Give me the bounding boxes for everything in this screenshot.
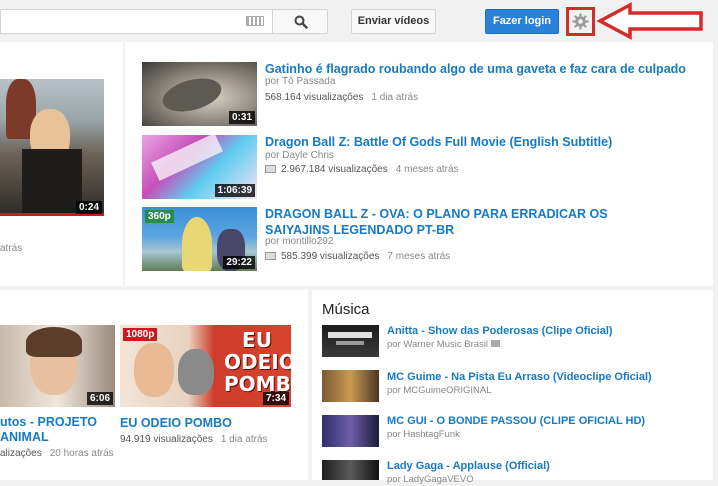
upload-age: 20 horas atrás — [49, 448, 114, 459]
login-button[interactable]: Fazer login — [485, 9, 559, 34]
related-channel-3[interactable]: por montillo292 — [265, 235, 333, 249]
thumbnail-overlay-text: EU ODEIO POMBO — [224, 328, 291, 396]
title-line: utos - PROJETO — [0, 415, 98, 429]
quality-badge: 360p — [145, 210, 174, 223]
music-thumbnail-3[interactable] — [322, 415, 379, 447]
music-heading[interactable]: Música — [322, 301, 370, 318]
music-channel-3[interactable]: por HashtagFunk — [387, 428, 460, 441]
view-count: alizações — [0, 448, 42, 459]
music-thumbnail-4[interactable] — [322, 460, 379, 480]
recommended-title-2[interactable]: EU ODEIO POMBO — [120, 415, 232, 431]
verified-icon — [491, 340, 501, 347]
upload-age: 1 dia atrás — [220, 434, 268, 445]
red-arrow-annotation — [597, 2, 703, 40]
top-left-thumbnail[interactable]: 0:24 — [0, 79, 104, 216]
recommended-thumbnail-2[interactable]: EU ODEIO POMBO 1080p 7:34 — [120, 325, 291, 407]
duration-badge: 1:06:39 — [214, 184, 255, 197]
upload-button[interactable]: Enviar vídeos — [351, 9, 436, 34]
music-title-2[interactable]: MC Guime - Na Pista Eu Arraso (Videoclip… — [387, 370, 652, 384]
duration-badge: 7:34 — [262, 392, 289, 405]
related-channel-1[interactable]: por Tô Passada — [265, 75, 335, 89]
recommended-meta-1: alizações 20 horas atrás — [0, 447, 114, 461]
upload-age: 1 dia atrás — [371, 92, 419, 103]
view-count: 585.399 visualizações — [281, 251, 380, 262]
music-title-4[interactable]: Lady Gaga - Applause (Official) — [387, 459, 550, 473]
related-title-2[interactable]: Dragon Ball Z: Battle Of Gods Full Movie… — [265, 134, 612, 150]
view-count: 94.919 visualizações — [120, 434, 213, 445]
related-title-3[interactable]: DRAGON BALL Z - OVA: O PLANO PARA ERRADI… — [265, 206, 665, 238]
quality-badge: 1080p — [123, 328, 158, 341]
recommended-thumbnail-1[interactable]: 6:06 — [0, 325, 115, 407]
playlist-icon — [265, 252, 276, 260]
duration-badge: 6:06 — [86, 392, 113, 405]
related-thumbnail-3[interactable]: 360p 29:22 — [142, 207, 257, 271]
title-line: ANIMAL — [0, 430, 49, 444]
view-count: 2.967.184 visualizações — [281, 164, 388, 175]
upload-age: 4 meses atrás — [395, 164, 459, 175]
search-input[interactable] — [0, 9, 272, 34]
upload-age: 7 meses atrás — [387, 251, 451, 262]
music-thumbnail-2[interactable] — [322, 370, 379, 402]
music-title-1[interactable]: Anitta - Show das Poderosas (Clipe Ofici… — [387, 324, 613, 338]
gear-icon[interactable] — [572, 13, 589, 30]
related-meta-2: 2.967.184 visualizações 4 meses atrás — [265, 163, 459, 177]
related-thumbnail-2[interactable]: 1:06:39 — [142, 135, 257, 199]
duration-badge: 0:24 — [75, 201, 102, 214]
recommended-meta-2: 94.919 visualizações 1 dia atrás — [120, 433, 268, 447]
view-count: 568.164 visualizações — [265, 92, 364, 103]
recommended-title-1[interactable]: utos - PROJETO ANIMAL — [0, 415, 97, 445]
related-channel-2[interactable]: por Dayle Chris — [265, 149, 334, 163]
top-left-meta: atrás — [0, 243, 23, 254]
search-icon — [294, 15, 308, 29]
music-title-3[interactable]: MC GUI - O BONDE PASSOU (CLIPE OFICIAL H… — [387, 414, 645, 428]
related-meta-1: 568.164 visualizações 1 dia atrás — [265, 91, 418, 105]
keyboard-icon[interactable] — [246, 16, 264, 26]
duration-badge: 29:22 — [223, 256, 255, 269]
music-channel-2[interactable]: por MCGuimeORIGINAL — [387, 384, 492, 397]
playlist-icon — [265, 165, 276, 173]
duration-badge: 0:31 — [228, 111, 255, 124]
related-thumbnail-1[interactable]: 0:31 — [142, 62, 257, 126]
search-button[interactable] — [272, 9, 328, 34]
music-thumbnail-1[interactable] — [322, 325, 379, 357]
related-meta-3: 585.399 visualizações 7 meses atrás — [265, 250, 450, 264]
music-channel-1[interactable]: por Warner Music Brasil — [387, 338, 501, 351]
